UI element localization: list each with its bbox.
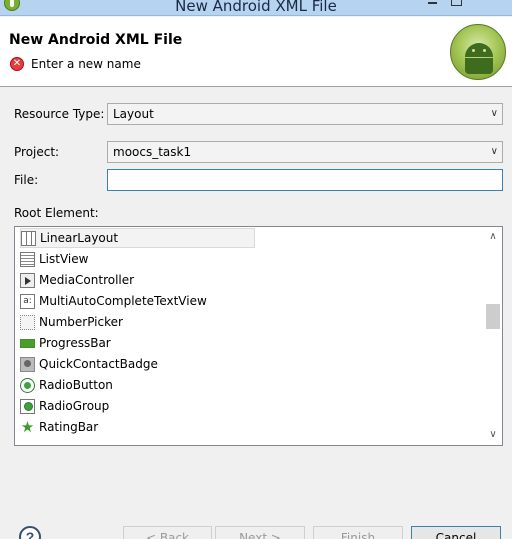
- error-message: Enter a new name: [31, 57, 141, 71]
- list-item-number-picker[interactable]: NumberPicker: [20, 312, 123, 332]
- help-icon[interactable]: ?: [19, 526, 41, 539]
- list-item-label: RadioGroup: [39, 399, 110, 413]
- cancel-button[interactable]: Cancel: [411, 526, 501, 539]
- list-item-list-view[interactable]: ListView: [20, 249, 88, 269]
- rating-bar-icon: ★: [20, 417, 35, 436]
- list-item-label: NumberPicker: [39, 315, 123, 329]
- chevron-down-icon[interactable]: ∨: [484, 427, 502, 443]
- radio-group-icon: [20, 398, 35, 414]
- chevron-down-icon: ∨: [490, 108, 498, 119]
- next-button[interactable]: Next >: [215, 526, 305, 539]
- list-scrollbar[interactable]: ∧ ∨: [484, 227, 502, 445]
- resource-type-value: Layout: [113, 107, 154, 121]
- multi-autocomplete-icon: a:: [20, 293, 35, 309]
- robot-body: [465, 58, 493, 74]
- media-controller-icon: [20, 272, 35, 288]
- list-item-label: QuickContactBadge: [39, 357, 158, 371]
- list-item-radio-group[interactable]: RadioGroup: [20, 396, 109, 416]
- list-item-linear-layout[interactable]: LinearLayout: [20, 228, 255, 248]
- list-item-label: MultiAutoCompleteTextView: [39, 294, 207, 308]
- chevron-down-icon: ∨: [490, 146, 498, 157]
- list-item-label: RadioButton: [39, 378, 113, 392]
- project-label: Project:: [14, 145, 60, 159]
- list-item-radio-button[interactable]: RadioButton: [20, 375, 113, 395]
- list-item-multi-autocomplete[interactable]: a: MultiAutoCompleteTextView: [20, 291, 207, 311]
- project-dropdown[interactable]: moocs_task1 ∨: [107, 141, 503, 163]
- back-button[interactable]: < Back: [123, 526, 212, 539]
- list-item-label: RatingBar: [39, 420, 99, 434]
- resource-type-label: Resource Type:: [14, 107, 105, 121]
- chevron-up-icon[interactable]: ∧: [484, 229, 502, 245]
- file-label: File:: [14, 173, 39, 187]
- list-item-quick-contact-badge[interactable]: QuickContactBadge: [20, 354, 158, 374]
- list-item-label: LinearLayout: [40, 231, 119, 245]
- linear-layout-icon: [21, 230, 36, 246]
- robot-head: [465, 43, 493, 57]
- wizard-header: New Android XML File ✕ Enter a new name: [0, 17, 512, 87]
- project-value: moocs_task1: [113, 145, 192, 159]
- wizard-heading: New Android XML File: [9, 32, 183, 48]
- list-item-rating-bar[interactable]: ★ RatingBar: [20, 417, 98, 437]
- list-item-label: MediaController: [39, 273, 135, 287]
- root-element-list[interactable]: LinearLayout ListView MediaController a:…: [14, 226, 503, 446]
- radio-button-icon: [20, 377, 35, 393]
- list-item-label: ProgressBar: [39, 336, 111, 350]
- robot-eye: [472, 49, 475, 52]
- android-robot-logo: [450, 24, 506, 80]
- quick-contact-badge-icon: [20, 356, 35, 372]
- file-name-input[interactable]: [107, 169, 503, 191]
- minimize-icon[interactable]: [428, 2, 437, 4]
- progress-bar-icon: [20, 338, 35, 348]
- error-icon: ✕: [10, 57, 24, 71]
- root-element-label: Root Element:: [14, 206, 99, 220]
- list-item-label: ListView: [39, 252, 89, 266]
- list-view-icon: [20, 251, 35, 267]
- resource-type-dropdown[interactable]: Layout ∨: [107, 103, 503, 125]
- number-picker-icon: [20, 314, 35, 330]
- window-title-bar: New Android XML File: [0, 0, 512, 16]
- robot-eye: [483, 49, 486, 52]
- list-item-media-controller[interactable]: MediaController: [20, 270, 134, 290]
- scrollbar-thumb[interactable]: [486, 304, 500, 329]
- finish-button[interactable]: Finish: [313, 526, 403, 539]
- maximize-icon[interactable]: [451, 0, 462, 6]
- list-item-progress-bar[interactable]: ProgressBar: [20, 333, 111, 353]
